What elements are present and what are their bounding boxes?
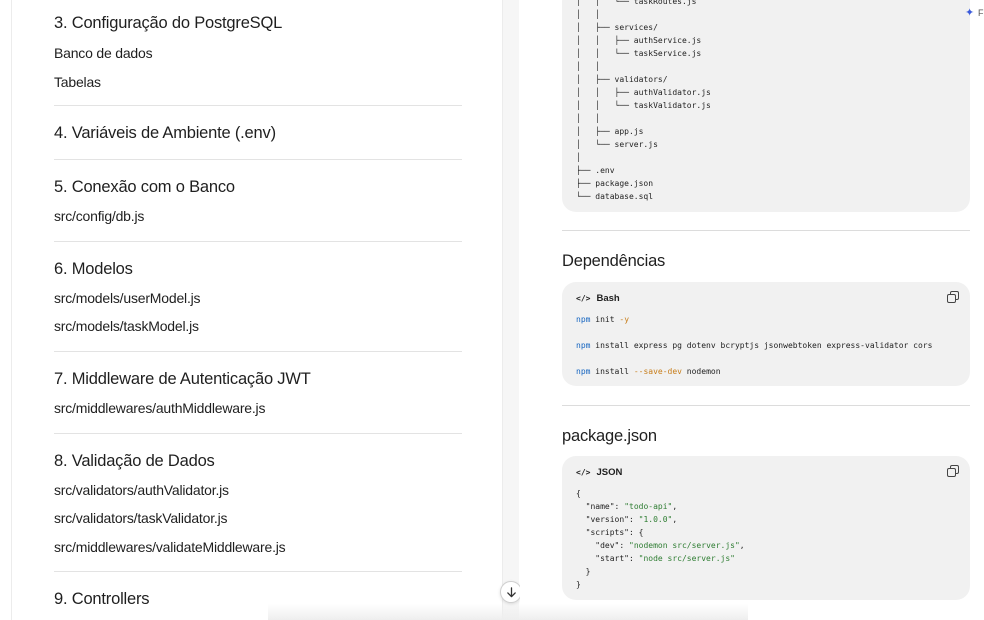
tree-line: └── database.sql: [576, 192, 654, 201]
code-text: install: [595, 367, 634, 376]
outline-item[interactable]: Tabelas: [54, 74, 101, 90]
code-text: {: [576, 489, 581, 498]
tree-line: │ │: [576, 114, 601, 123]
tree-line: │ │ ├── authValidator.js: [576, 88, 711, 97]
code-text: }: [585, 567, 591, 576]
code-line: npm install --save-dev nodemon: [576, 367, 721, 376]
section-title: 6. Modelos: [54, 260, 133, 278]
tree-line: │ │: [576, 62, 601, 71]
outline-item[interactable]: src/validators/taskValidator.js: [54, 510, 227, 526]
outline-item[interactable]: src/middlewares/authMiddleware.js: [54, 400, 265, 416]
tree-line: ├── .env: [576, 166, 615, 175]
command: npm: [576, 341, 591, 350]
code-line: "name": "todo-api",: [585, 502, 678, 511]
package-json-heading: package.json: [562, 427, 657, 445]
divider: [562, 405, 970, 406]
tree-line: │ │ ├── authService.js: [576, 36, 702, 45]
json-key: "name": [585, 502, 615, 511]
tree-line: │ │ └── taskValidator.js: [576, 101, 711, 110]
json-string: "node src/server.js": [638, 554, 735, 563]
json-string: "1.0.0": [638, 515, 673, 524]
code-language: Bash: [596, 292, 620, 304]
json-string: "todo-api": [624, 502, 673, 511]
code-text: init: [595, 315, 620, 324]
code-text: nodemon: [681, 367, 721, 376]
section-title: 9. Controllers: [54, 590, 150, 608]
json-key: "scripts": [585, 528, 629, 537]
code-block-header: </> JSON: [576, 465, 622, 479]
code-flag: --save-dev: [633, 367, 682, 376]
json-key: "version": [585, 515, 629, 524]
tree-line: │ │ └── taskService.js: [576, 49, 702, 58]
code-block-header: </> Bash: [576, 291, 620, 305]
edge-label: F: [978, 8, 984, 18]
section-env: 4. Variáveis de Ambiente (.env): [54, 106, 462, 160]
code-line: }: [576, 580, 581, 589]
panel-divider[interactable]: [503, 0, 519, 620]
code-text: }: [576, 580, 581, 589]
sparkle-icon[interactable]: ✦: [965, 6, 974, 19]
section-models: 6. Modelos src/models/userModel.js src/m…: [54, 242, 462, 352]
arrow-down-icon: [506, 586, 516, 597]
json-key: "dev": [595, 541, 620, 550]
tree-line: ├── package.json: [576, 179, 654, 188]
outline-item[interactable]: src/validators/authValidator.js: [54, 482, 229, 498]
left-panel: 3. Configuração do PostgreSQL Banco de d…: [11, 0, 503, 620]
tree-line: │: [576, 153, 581, 162]
outline-list: 3. Configuração do PostgreSQL Banco de d…: [54, 0, 462, 608]
section-validation: 8. Validação de Dados src/validators/aut…: [54, 434, 462, 572]
code-flag: -y: [619, 315, 630, 324]
code-line: "version": "1.0.0",: [585, 515, 678, 524]
json-string: "nodemon src/server.js": [629, 541, 740, 550]
outline-item[interactable]: src/models/userModel.js: [54, 290, 201, 306]
code-line: "dev": "nodemon src/server.js",: [595, 541, 745, 550]
section-title: 3. Configuração do PostgreSQL: [54, 14, 283, 32]
outline-item[interactable]: Banco de dados: [54, 45, 153, 61]
json-code-block: </> JSON { "name": "todo-api", "version"…: [562, 456, 970, 600]
copy-icon[interactable]: [947, 465, 960, 478]
code-icon: </>: [576, 467, 591, 477]
code-language: JSON: [596, 466, 623, 478]
json-key: "start": [595, 554, 629, 563]
right-panel: │ │ └── taskRoutes.js │ │ │ ├── services/ │…: [520, 0, 984, 620]
code-icon: </>: [576, 293, 591, 303]
dependencies-heading: Dependências: [562, 252, 666, 270]
bash-code-block: </> Bash npm init -y npm install express…: [562, 282, 970, 386]
divider: [562, 230, 970, 231]
section-db-connection: 5. Conexão com o Banco src/config/db.js: [54, 160, 462, 242]
section-postgresql: 3. Configuração do PostgreSQL Banco de d…: [54, 0, 462, 106]
tree-line: │ ├── services/: [576, 23, 658, 32]
section-title: 7. Middleware de Autenticação JWT: [54, 370, 311, 388]
outline-item[interactable]: src/config/db.js: [54, 208, 144, 224]
tree-line: │ ├── validators/: [576, 75, 668, 84]
section-title: 8. Validação de Dados: [54, 452, 215, 470]
tree-line: │ │: [576, 10, 601, 19]
command: npm: [576, 315, 591, 324]
code-line: }: [576, 567, 591, 576]
code-line: {: [576, 489, 581, 498]
code-line: "scripts": {: [585, 528, 644, 537]
outline-item[interactable]: src/models/taskModel.js: [54, 318, 199, 334]
code-line: npm install express pg dotenv bcryptjs j…: [576, 341, 932, 350]
copy-icon[interactable]: [947, 291, 960, 304]
section-jwt-middleware: 7. Middleware de Autenticação JWT src/mi…: [54, 352, 462, 434]
command: npm: [576, 367, 591, 376]
section-title: 4. Variáveis de Ambiente (.env): [54, 124, 276, 142]
scroll-down-button[interactable]: [500, 581, 522, 603]
outline-item[interactable]: src/middlewares/validateMiddleware.js: [54, 539, 286, 555]
tree-line: │ │ └── taskRoutes.js: [576, 0, 697, 6]
code-line: "start": "node src/server.js": [595, 554, 735, 563]
bottom-fade: [268, 604, 748, 620]
code-line: npm init -y: [576, 315, 629, 324]
tree-line: │ ├── app.js: [576, 127, 644, 136]
code-text: install express pg dotenv bcryptjs jsonw…: [595, 341, 933, 350]
section-title: 5. Conexão com o Banco: [54, 178, 235, 196]
project-tree-code-block: │ │ └── taskRoutes.js │ │ │ ├── services/ │…: [562, 0, 970, 212]
tree-line: │ └── server.js: [576, 140, 658, 149]
project-tree: │ │ └── taskRoutes.js │ │ │ ├── services/ │…: [576, 0, 711, 203]
